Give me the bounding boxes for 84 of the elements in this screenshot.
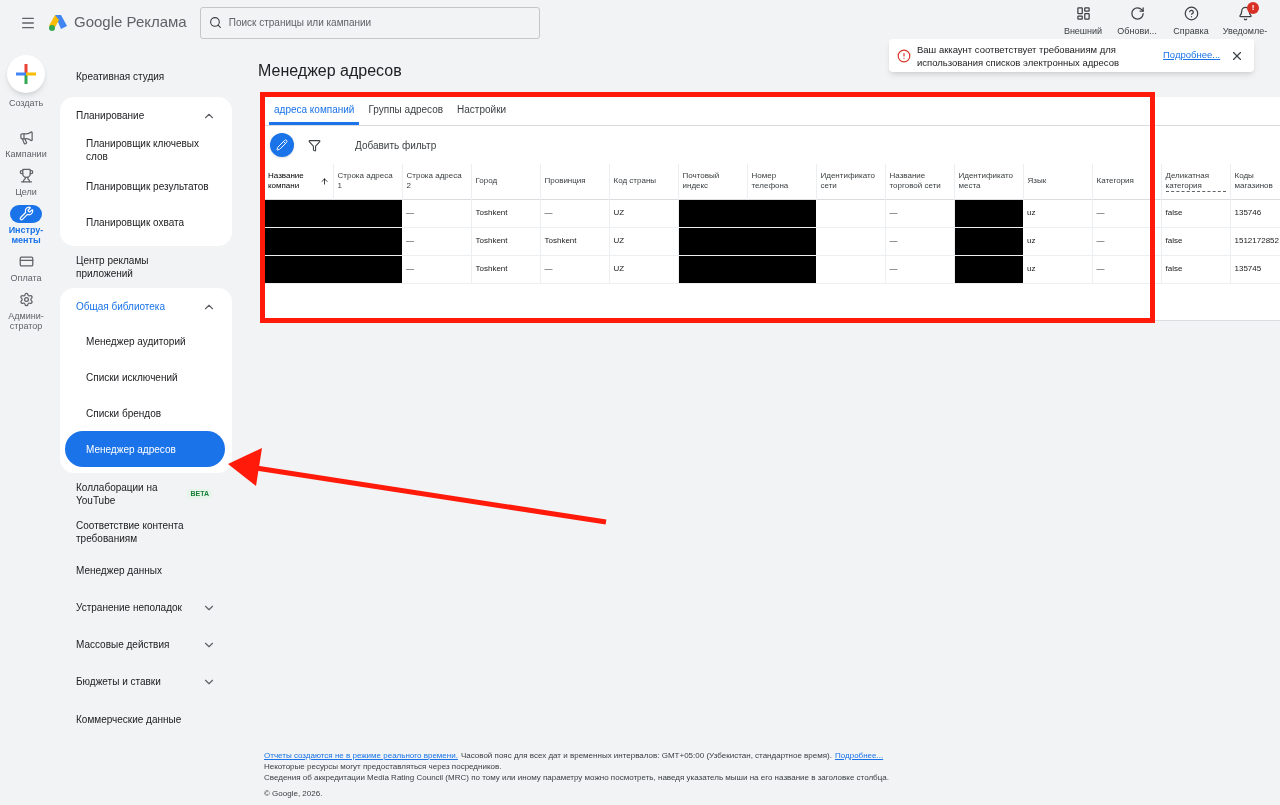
nav-item[interactable]: Менеджер аудиторий — [65, 323, 225, 359]
column-header[interactable]: Почтовый индекс — [678, 164, 747, 199]
toolbar-button[interactable]: Справка — [1166, 6, 1216, 39]
table-cell: 135745 — [1230, 255, 1280, 283]
column-header[interactable]: Идентификато сети — [816, 164, 885, 199]
nav-link[interactable]: Центр рекламы приложений — [76, 254, 206, 280]
page-title: Менеджер адресов — [258, 61, 402, 81]
column-header[interactable]: Название компани — [264, 164, 333, 199]
rail-item[interactable]: Инстру-менты — [5, 204, 47, 245]
table-cell: UZ — [609, 255, 678, 283]
table-cell: Toshkent — [471, 255, 540, 283]
table-cell: false — [1161, 227, 1230, 255]
table-cell: UZ — [609, 227, 678, 255]
toolbar-button[interactable]: Обнови... — [1112, 6, 1162, 39]
table-cell: — — [1092, 255, 1161, 283]
footer-link[interactable]: Подробнее... — [835, 750, 884, 761]
nav-link[interactable]: Коммерческие данные — [76, 712, 182, 726]
nav-section-header[interactable]: Устранение неполадок — [60, 591, 232, 624]
search-field[interactable]: Поиск страницы или кампании — [199, 6, 540, 39]
footer-text: Часовой пояс для всех дат и временных интервалов: GMT+05:00 (Узбекистан, стандартное время). — [460, 750, 832, 761]
column-header[interactable]: Провинция — [540, 164, 609, 199]
nav-link[interactable]: Креативная студия — [76, 69, 165, 83]
tab[interactable]: адреса компаний — [269, 97, 360, 125]
alert-badge: ! — [1247, 2, 1259, 14]
brand-name: Google Реклама — [74, 12, 187, 33]
column-header[interactable]: Город — [471, 164, 540, 199]
nav-item[interactable]: Списки брендов — [65, 395, 225, 431]
table-cell: uz — [1023, 255, 1092, 283]
nav-item[interactable]: Планировщик ключевых слов — [65, 132, 225, 168]
column-header[interactable]: Номер телефона — [747, 164, 816, 199]
rail-item[interactable]: Кампании — [5, 128, 47, 159]
column-header[interactable]: Идентификато места — [954, 164, 1023, 199]
table-cell: — — [402, 255, 471, 283]
table-cell: Toshkent — [471, 227, 540, 255]
nav-item[interactable]: Менеджер адресов — [65, 431, 225, 467]
footer-text: Некоторые ресурсы могут предоставляться через посредников. — [264, 761, 503, 772]
table-cell: — — [540, 199, 609, 227]
table-cell: — — [1092, 227, 1161, 255]
table-cell: 135746 — [1230, 199, 1280, 227]
table-cell: — — [540, 255, 609, 283]
table-cell: UZ — [609, 199, 678, 227]
column-header[interactable]: Строка адреса 1 — [333, 164, 402, 199]
table-cell: — — [402, 227, 471, 255]
nav-item[interactable]: Планировщик охвата — [65, 204, 225, 240]
nav-section-header[interactable]: Планирование — [60, 99, 232, 132]
nav-section-header[interactable]: Массовые действия — [60, 628, 232, 661]
nav-link[interactable]: Менеджер данных — [76, 563, 162, 577]
table-cell: — — [885, 199, 954, 227]
copyright-text: © Google, 2026. — [264, 788, 324, 799]
nav-link[interactable]: Коллаборации на YouTube — [76, 481, 188, 507]
table-cell: false — [1161, 255, 1230, 283]
toast-message: Ваш аккаунт соответствует требованиям для использования списков электронных адресов — [917, 42, 1120, 69]
nav-item[interactable]: Планировщик результатов — [65, 168, 225, 204]
table-cell: uz — [1023, 227, 1092, 255]
column-header[interactable]: Коды магазинов — [1230, 164, 1280, 199]
column-header[interactable]: Деликатная категория — [1161, 164, 1230, 199]
column-header[interactable]: Язык — [1023, 164, 1092, 199]
toast-link[interactable]: Подробнее... — [1163, 48, 1221, 63]
table-cell: Toshkent — [471, 199, 540, 227]
tab[interactable]: Настройки — [452, 97, 512, 125]
nav-section-header[interactable]: Общая библиотека — [60, 290, 232, 323]
nav-section-header[interactable]: Бюджеты и ставки — [60, 665, 232, 698]
table-cell: — — [402, 199, 471, 227]
table-cell: Toshkent — [540, 227, 609, 255]
nav-link[interactable]: Соответствие контента требованиям — [76, 519, 206, 545]
nav-item[interactable]: Списки исключений — [65, 359, 225, 395]
rail-item[interactable]: Цели — [5, 166, 47, 197]
toolbar-button[interactable]: Внешний — [1058, 6, 1108, 39]
table-cell: — — [885, 227, 954, 255]
rail-item[interactable]: Оплата — [5, 252, 47, 283]
column-header[interactable]: Строка адреса 2 — [402, 164, 471, 199]
table-cell: 1512172852 — [1230, 227, 1280, 255]
table-cell: false — [1161, 199, 1230, 227]
footer-link[interactable]: Отчеты создаются не в режиме реального времени. — [264, 750, 458, 761]
table-cell: — — [1092, 199, 1161, 227]
tab[interactable]: Группы адресов — [363, 97, 449, 125]
rail-item[interactable]: Админи-стратор — [5, 290, 47, 331]
column-header[interactable]: Код страны — [609, 164, 678, 199]
footer-text: Сведения об аккредитации Media Rating Council (MRC) по тому или иному параметру можно посмотреть, наведя указатель мыши на его название в заголовке столбца. — [264, 772, 890, 783]
table-cell: — — [885, 255, 954, 283]
table-cell: uz — [1023, 199, 1092, 227]
add-filter-button[interactable]: Добавить фильтр — [355, 137, 437, 153]
column-header[interactable]: Категория — [1092, 164, 1161, 199]
column-header[interactable]: Название торговой сети — [885, 164, 954, 199]
